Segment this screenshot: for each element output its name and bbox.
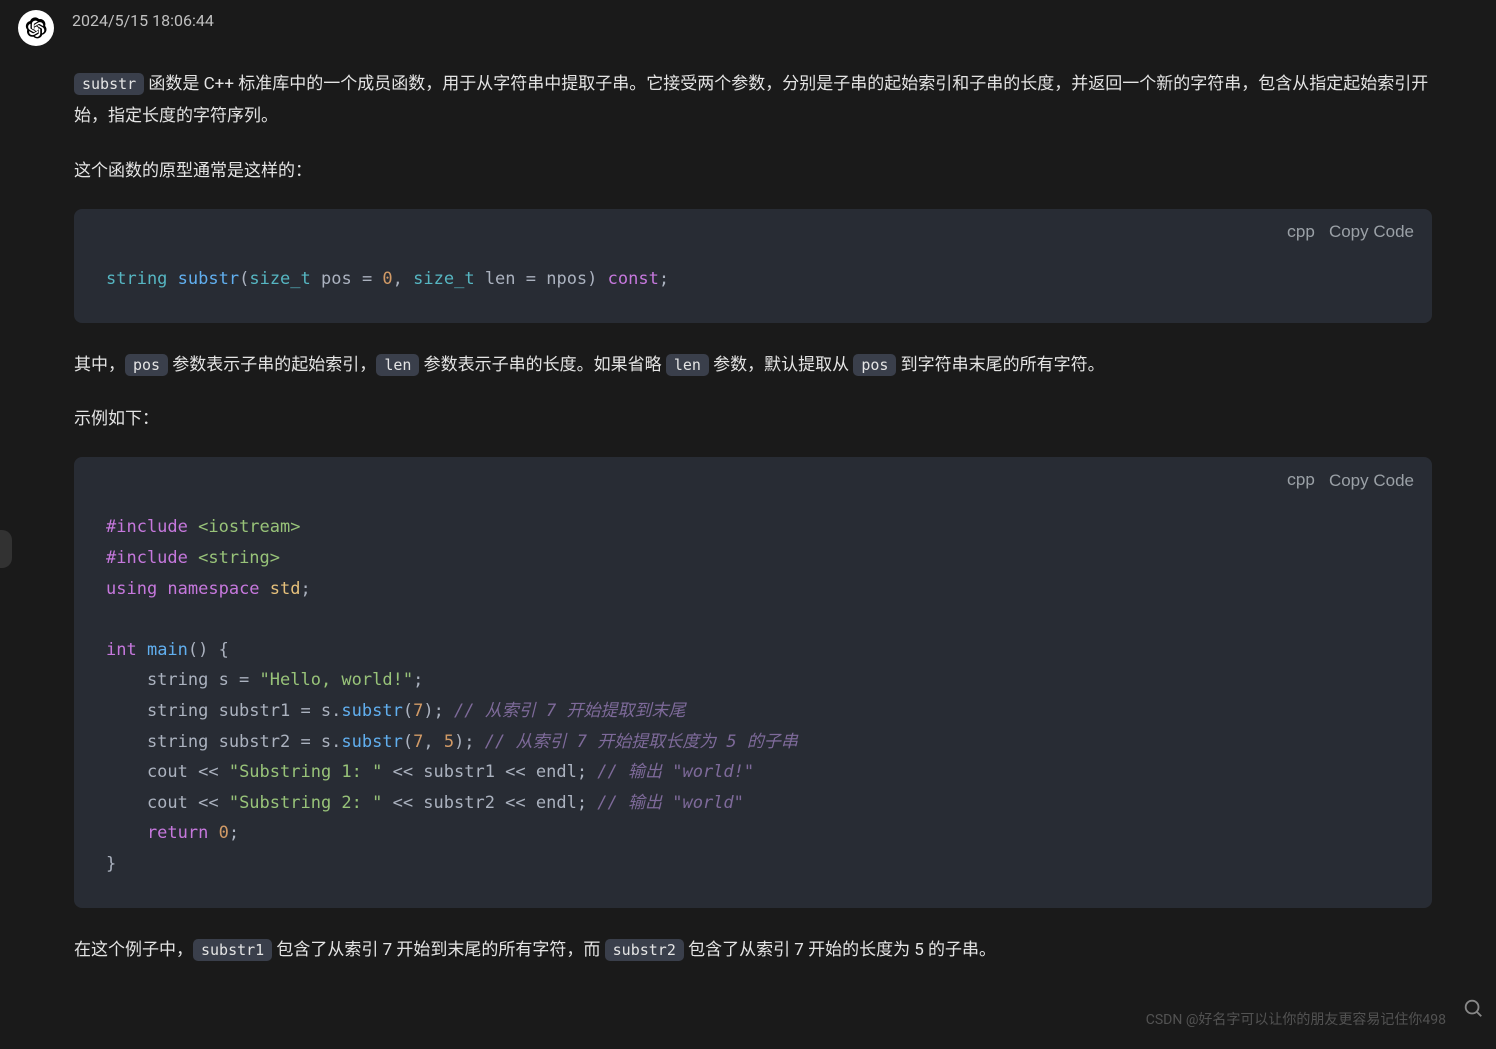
tok: "Substring 1: " [229, 762, 383, 782]
message-header: 2024/5/15 18:06:44 [0, 0, 1496, 54]
tok: ; [229, 823, 239, 843]
text: 函数是 C++ 标准库中的一个成员函数，用于从字符串中提取子串。它接受两个参数，… [74, 74, 1428, 126]
tok: // 输出 "world!" [597, 762, 754, 782]
text: 其中， [74, 355, 125, 375]
tok: ); [454, 732, 485, 752]
inline-code-len: len [376, 354, 419, 376]
tok: using [106, 579, 157, 599]
tok: #include [106, 548, 188, 568]
watermark-text: CSDN @好名字可以让你的朋友更容易记住你498 [1146, 1009, 1446, 1031]
tok: 7 [413, 732, 423, 752]
text: 参数表示子串的起始索引， [168, 355, 376, 375]
tok: ); [423, 701, 454, 721]
code-lang-label: cpp [1287, 467, 1315, 494]
text: 到字符串末尾的所有字符。 [896, 355, 1104, 375]
tok: string [106, 269, 167, 289]
tok: pos = [311, 269, 383, 289]
tok: ( [239, 269, 249, 289]
tok: << substr2 << endl; [382, 793, 597, 813]
tok: cout << [106, 793, 229, 813]
tok: , [423, 732, 443, 752]
tok: const [597, 269, 658, 289]
tok: ; [659, 269, 669, 289]
inline-code-len2: len [666, 354, 709, 376]
search-icon[interactable] [1462, 997, 1484, 1019]
tok: #include [106, 517, 188, 537]
code-content[interactable]: #include <iostream> #include <string> us… [74, 498, 1432, 907]
paragraph-3: 其中，pos 参数表示子串的起始索引，len 参数表示子串的长度。如果省略 le… [74, 349, 1432, 381]
tok: namespace [157, 579, 259, 599]
tok: size_t [249, 269, 310, 289]
code-header: cpp Copy Code [74, 209, 1432, 250]
text: 包含了从索引 7 开始到末尾的所有字符，而 [272, 940, 604, 960]
tok: ; [301, 579, 311, 599]
tok: ; [413, 670, 423, 690]
tok: std [260, 579, 301, 599]
tok: ) [587, 269, 597, 289]
tok: 7 [413, 701, 423, 721]
tok: // 从索引 7 开始提取长度为 5 的子串 [485, 732, 798, 752]
tok: , [393, 269, 413, 289]
text: 在这个例子中， [74, 940, 193, 960]
paragraph-1: substr 函数是 C++ 标准库中的一个成员函数，用于从字符串中提取子串。它… [74, 68, 1432, 133]
tok: len = npos [475, 269, 588, 289]
tok: "Substring 2: " [229, 793, 383, 813]
inline-code-substr1: substr1 [193, 939, 272, 961]
tok: // 输出 "world" [597, 793, 744, 813]
sidebar-expand-handle[interactable] [0, 530, 12, 568]
tok: () { [188, 640, 229, 660]
inline-code-pos: pos [125, 354, 168, 376]
message-timestamp: 2024/5/15 18:06:44 [72, 8, 214, 34]
tok: int [106, 640, 137, 660]
text: 包含了从索引 7 开始的长度为 5 的子串。 [684, 940, 996, 960]
tok: main [137, 640, 188, 660]
paragraph-2: 这个函数的原型通常是这样的： [74, 155, 1432, 187]
code-content[interactable]: string substr(size_t pos = 0, size_t len… [74, 250, 1432, 323]
copy-code-button[interactable]: Copy Code [1329, 222, 1414, 242]
tok: string s = [106, 670, 260, 690]
text: 参数，默认提取从 [709, 355, 853, 375]
text: 参数表示子串的长度。如果省略 [419, 355, 665, 375]
tok: 0 [208, 823, 228, 843]
tok: string substr2 = s. [106, 732, 341, 752]
tok: substr [341, 732, 402, 752]
code-block-1: cpp Copy Code string substr(size_t pos =… [74, 209, 1432, 323]
tok: } [106, 854, 116, 874]
chat-message: 2024/5/15 18:06:44 substr 函数是 C++ 标准库中的一… [0, 0, 1496, 1028]
tok: ( [403, 701, 413, 721]
tok: "Hello, world!" [260, 670, 414, 690]
tok: << substr1 << endl; [382, 762, 597, 782]
tok: substr [178, 269, 239, 289]
code-block-2: cpp Copy Code #include <iostream> #inclu… [74, 457, 1432, 907]
tok: ( [403, 732, 413, 752]
tok: cout << [106, 762, 229, 782]
tok: <string> [188, 548, 280, 568]
tok: substr [341, 701, 402, 721]
paragraph-5: 在这个例子中，substr1 包含了从索引 7 开始到末尾的所有字符，而 sub… [74, 934, 1432, 966]
message-body: substr 函数是 C++ 标准库中的一个成员函数，用于从字符串中提取子串。它… [0, 54, 1496, 966]
paragraph-4: 示例如下： [74, 403, 1432, 435]
tok: size_t [413, 269, 474, 289]
tok: 5 [444, 732, 454, 752]
tok: return [106, 823, 208, 843]
assistant-avatar [18, 10, 54, 46]
tok: // 从索引 7 开始提取到末尾 [454, 701, 685, 721]
inline-code-substr2: substr2 [605, 939, 684, 961]
code-lang-label: cpp [1287, 219, 1315, 246]
tok: string substr1 = s. [106, 701, 341, 721]
inline-code-pos2: pos [853, 354, 896, 376]
copy-code-button[interactable]: Copy Code [1329, 471, 1414, 491]
code-header: cpp Copy Code [74, 457, 1432, 498]
openai-logo-icon [25, 17, 47, 39]
tok: 0 [382, 269, 392, 289]
inline-code-substr: substr [74, 73, 144, 95]
tok: <iostream> [188, 517, 301, 537]
